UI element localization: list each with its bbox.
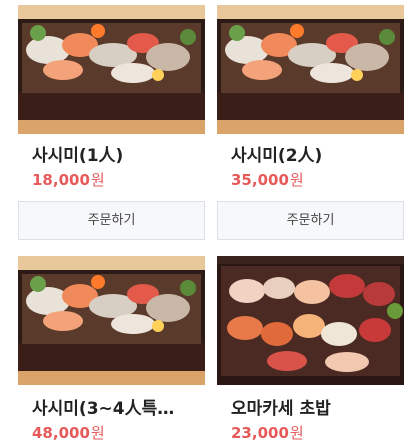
menu-item-price: 18,000 <box>32 171 90 189</box>
menu-item-name: 오마카세 초밥 <box>231 399 331 419</box>
order-button[interactable]: 주문하기 <box>217 201 404 240</box>
menu-item-price: 23,000 <box>231 424 289 442</box>
menu-card[interactable]: 사시미(3~4人특… 48,000원 <box>18 256 205 442</box>
price-row: 48,000원 <box>18 423 205 442</box>
menu-card[interactable]: 오마카세 초밥 23,000원 <box>217 256 404 442</box>
currency-unit: 원 <box>90 171 105 189</box>
menu-item-name: 사시미(2人) <box>231 146 323 166</box>
menu-item-price: 48,000 <box>32 424 90 442</box>
menu-item-name: 사시미(1人) <box>32 146 124 166</box>
menu-card[interactable]: 사시미(1人) 18,000원 주문하기 <box>18 5 205 240</box>
currency-unit: 원 <box>289 171 304 189</box>
order-button[interactable]: 주문하기 <box>18 201 205 240</box>
menu-card[interactable]: 사시미(2人) 35,000원 주문하기 <box>217 5 404 240</box>
currency-unit: 원 <box>289 424 304 442</box>
currency-unit: 원 <box>90 424 105 442</box>
nigiri-box-image[interactable] <box>217 256 404 385</box>
sashimi-box-image[interactable] <box>18 256 205 385</box>
sashimi-box-image[interactable] <box>18 5 205 134</box>
menu-item-price: 35,000 <box>231 171 289 189</box>
price-row: 18,000원 <box>18 170 205 190</box>
sashimi-box-image[interactable] <box>217 5 404 134</box>
price-row: 23,000원 <box>217 423 404 442</box>
menu-item-name: 사시미(3~4人특… <box>32 399 175 419</box>
price-row: 35,000원 <box>217 170 404 190</box>
